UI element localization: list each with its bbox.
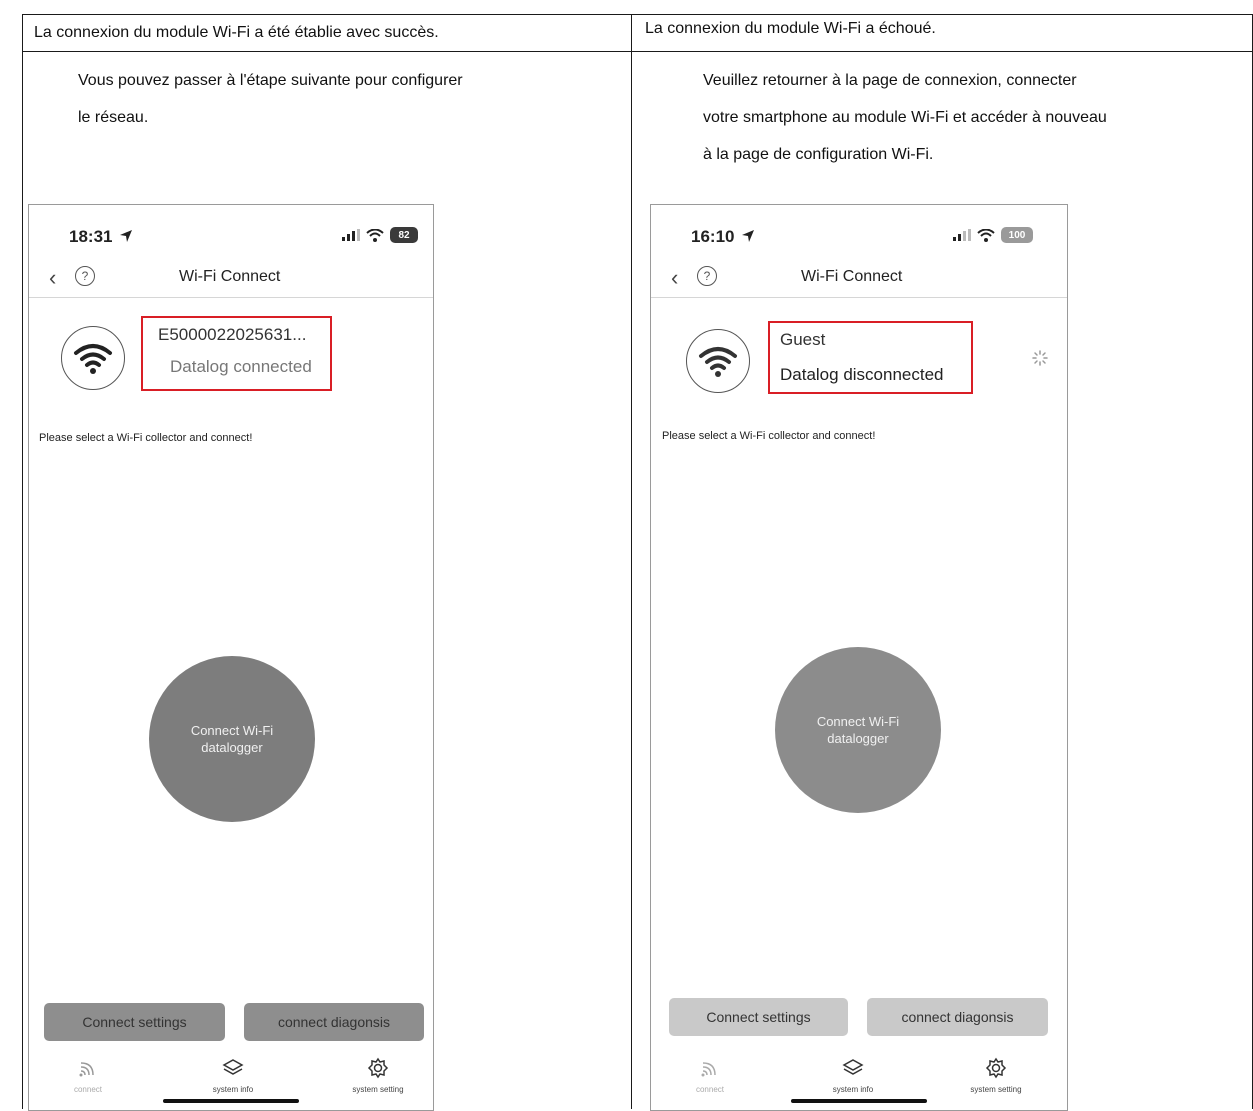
connect-diagnosis-button[interactable]: connect diagonsis	[244, 1003, 424, 1041]
table-left-border	[22, 14, 23, 1109]
connect-settings-button[interactable]: Connect settings	[669, 998, 848, 1036]
gear-icon	[367, 1057, 389, 1079]
device-name: E5000022025631...	[158, 325, 307, 344]
device-status: Datalog disconnected	[780, 365, 944, 384]
tab-connect-label: connect	[73, 1085, 103, 1094]
connect-datalogger-label: Connect Wi-Fi datalogger	[816, 714, 900, 746]
failure-line-3: à la page de configuration Wi-Fi.	[703, 146, 934, 163]
connect-diagnosis-label: connect diagonsis	[277, 1014, 391, 1030]
failure-line-1: Veuillez retourner à la page de connexio…	[703, 72, 1077, 89]
connect-datalogger-label: Connect Wi-Fi datalogger	[190, 723, 274, 755]
phone-screenshot-failure: 16:10 100 ‹ ? Wi-Fi Connect Guest Datalo…	[650, 204, 1068, 1111]
home-indicator	[791, 1099, 927, 1103]
loading-spinner-icon	[1032, 350, 1048, 366]
status-icons: 100	[953, 225, 1033, 245]
connect-settings-button[interactable]: Connect settings	[44, 1003, 225, 1041]
battery-level: 82	[398, 229, 410, 241]
failure-instructions: Veuillez retourner à la page de connexio…	[703, 62, 1248, 173]
table-top-border	[22, 14, 1253, 15]
back-chevron-icon[interactable]: ‹	[49, 265, 56, 291]
tab-connect[interactable]: connect	[43, 1057, 133, 1094]
tab-system-setting-label: system setting	[970, 1085, 1022, 1094]
table-middle-border	[631, 14, 632, 1109]
wifi-status-icon	[977, 228, 995, 242]
battery-icon: 82	[390, 227, 418, 243]
phone-screenshot-success: 18:31 82 ‹ ? Wi-Fi Connect E500002202563…	[28, 204, 434, 1111]
select-hint: Please select a Wi-Fi collector and conn…	[662, 430, 876, 442]
tab-system-setting[interactable]: system setting	[951, 1057, 1041, 1094]
nav-title: Wi-Fi Connect	[801, 268, 903, 285]
signal-bars-icon	[342, 229, 360, 241]
connect-settings-label: Connect settings	[706, 1009, 811, 1025]
status-time: 16:10	[691, 227, 755, 247]
success-line-2: le réseau.	[78, 109, 149, 126]
connect-settings-label: Connect settings	[82, 1014, 187, 1030]
tab-connect[interactable]: connect	[665, 1057, 755, 1094]
status-time-text: 16:10	[691, 227, 735, 246]
tab-system-setting[interactable]: system setting	[333, 1057, 423, 1094]
failure-header: La connexion du module Wi-Fi a échoué.	[645, 20, 936, 37]
gear-icon	[985, 1057, 1007, 1079]
help-circle-icon[interactable]: ?	[75, 266, 95, 286]
connect-tab-icon	[701, 1062, 716, 1077]
status-time-text: 18:31	[69, 227, 113, 246]
connect-datalogger-button[interactable]: Connect Wi-Fi datalogger	[149, 656, 315, 822]
connect-diagnosis-label: connect diagonsis	[901, 1009, 1014, 1025]
wifi-icon	[61, 326, 125, 390]
location-arrow-icon	[742, 230, 755, 242]
wifi-icon	[686, 329, 750, 393]
tab-system-info[interactable]: system info	[808, 1057, 898, 1094]
nav-divider	[651, 297, 1067, 298]
help-circle-icon[interactable]: ?	[697, 266, 717, 286]
battery-icon: 100	[1001, 227, 1033, 243]
failure-line-2: votre smartphone au module Wi-Fi et accé…	[703, 109, 1107, 126]
location-arrow-icon	[120, 230, 133, 242]
success-instructions: Vous pouvez passer à l'étape suivante po…	[78, 62, 618, 136]
device-name: Guest	[780, 330, 826, 349]
status-time: 18:31	[69, 227, 133, 247]
device-status: Datalog connected	[170, 357, 312, 376]
home-indicator	[163, 1099, 299, 1103]
tab-connect-label: connect	[695, 1085, 725, 1094]
connect-tab-icon	[79, 1062, 94, 1077]
tab-system-info[interactable]: system info	[188, 1057, 278, 1094]
connect-diagnosis-button[interactable]: connect diagonsis	[867, 998, 1048, 1036]
wifi-status-icon	[366, 228, 384, 242]
back-chevron-icon[interactable]: ‹	[671, 265, 678, 291]
status-icons: 82	[342, 225, 418, 245]
nav-title: Wi-Fi Connect	[179, 268, 281, 285]
tab-system-info-label: system info	[832, 1085, 874, 1094]
layers-icon	[842, 1059, 864, 1075]
signal-bars-icon	[953, 229, 971, 241]
battery-level: 100	[1008, 229, 1026, 241]
success-line-1: Vous pouvez passer à l'étape suivante po…	[78, 72, 463, 89]
connect-datalogger-button[interactable]: Connect Wi-Fi datalogger	[775, 647, 941, 813]
success-header: La connexion du module Wi-Fi a été établ…	[34, 24, 439, 41]
tab-system-setting-label: system setting	[352, 1085, 404, 1094]
select-hint: Please select a Wi-Fi collector and conn…	[39, 432, 253, 444]
tab-system-info-label: system info	[212, 1085, 254, 1094]
table-header-divider	[22, 51, 1253, 52]
nav-divider	[29, 297, 433, 298]
layers-icon	[222, 1059, 244, 1075]
